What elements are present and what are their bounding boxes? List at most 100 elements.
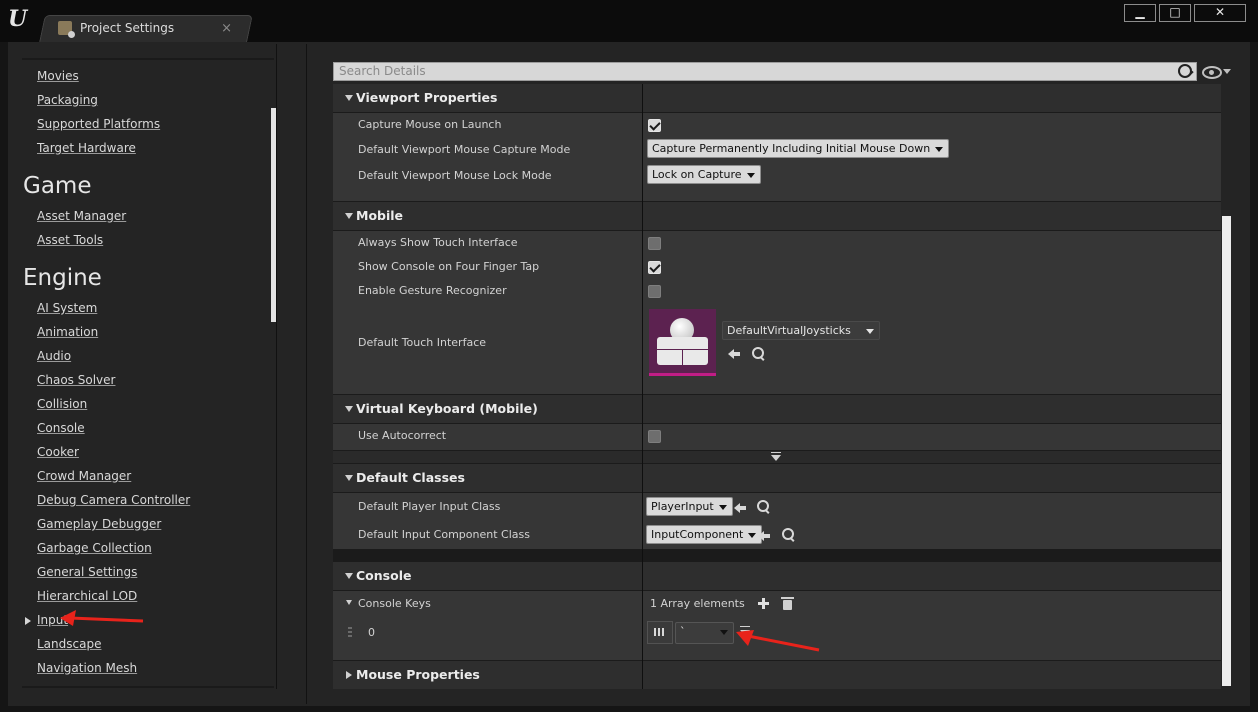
category-viewport-properties[interactable]: Viewport Properties [333, 84, 1221, 112]
drag-handle-icon[interactable] [348, 627, 352, 639]
section-heading-engine: Engine [23, 265, 102, 291]
add-element-icon[interactable] [758, 598, 769, 609]
sidebar-item-general-settings[interactable]: General Settings [37, 565, 137, 579]
sidebar-item-garbage-collection[interactable]: Garbage Collection [37, 541, 152, 555]
four-finger-console-checkbox[interactable] [648, 261, 661, 274]
console-key-dropdown[interactable]: ` [675, 622, 734, 644]
property-label: Use Autocorrect [358, 429, 447, 442]
property-label: Default Viewport Mouse Capture Mode [358, 143, 571, 156]
sidebar-item-movies[interactable]: Movies [37, 69, 79, 83]
property-label: Default Input Component Class [358, 528, 530, 541]
collapse-arrow-icon [345, 95, 353, 101]
vkb-props: Use Autocorrect [333, 424, 1221, 450]
sidebar-item-debug-camera-controller[interactable]: Debug Camera Controller [37, 493, 190, 507]
collapse-arrow-icon[interactable] [346, 600, 352, 605]
browse-icon[interactable] [752, 347, 764, 359]
sidebar-item-collision[interactable]: Collision [37, 397, 87, 411]
sidebar-scrollbar[interactable] [271, 108, 276, 322]
keyboard-icon[interactable] [647, 621, 673, 644]
capture-mode-dropdown[interactable]: Capture Permanently Including Initial Mo… [647, 139, 950, 158]
sidebar-item-asset-tools[interactable]: Asset Tools [37, 233, 103, 247]
property-label: Show Console on Four Finger Tap [358, 260, 540, 273]
advanced-expander[interactable] [333, 451, 1221, 463]
category-virtual-keyboard[interactable]: Virtual Keyboard (Mobile) [333, 395, 1221, 423]
player-input-class-dropdown[interactable]: PlayerInput [646, 497, 733, 516]
delete-icon[interactable] [781, 597, 794, 610]
browse-icon[interactable] [757, 500, 769, 512]
search-icon[interactable] [1178, 64, 1192, 78]
expand-arrow-icon[interactable] [25, 617, 31, 625]
mobile-props: Always Show Touch Interface Show Console… [333, 231, 1221, 394]
use-selected-icon[interactable] [728, 347, 740, 359]
always-show-touch-checkbox[interactable] [648, 237, 661, 250]
close-window-button[interactable]: ✕ [1194, 4, 1246, 22]
sidebar-item-chaos-solver[interactable]: Chaos Solver [37, 373, 115, 387]
column-divider[interactable] [642, 84, 643, 689]
sidebar-item-crowd-manager[interactable]: Crowd Manager [37, 469, 131, 483]
show-advanced-icon [771, 452, 781, 461]
autocorrect-checkbox[interactable] [648, 430, 661, 443]
capture-mouse-checkbox[interactable] [648, 119, 661, 132]
category-mouse-properties[interactable]: Mouse Properties [333, 661, 1221, 689]
sidebar-item-ai-system[interactable]: AI System [37, 301, 97, 315]
sidebar-item-supported-platforms[interactable]: Supported Platforms [37, 117, 160, 131]
maximize-button[interactable]: □ [1159, 4, 1191, 22]
category-console[interactable]: Console [333, 562, 1221, 590]
collapse-arrow-icon [345, 406, 353, 412]
eye-icon[interactable] [1202, 66, 1222, 79]
sidebar-item-landscape[interactable]: Landscape [37, 637, 101, 651]
collapse-arrow-icon [345, 573, 353, 579]
sidebar-item-animation[interactable]: Animation [37, 325, 98, 339]
expand-arrow-icon [346, 671, 352, 679]
input-component-class-dropdown[interactable]: InputComponent [646, 525, 763, 544]
sidebar-item-hierarchical-lod[interactable]: Hierarchical LOD [37, 589, 137, 603]
sidebar-item-console[interactable]: Console [37, 421, 85, 435]
reset-options-icon[interactable] [740, 626, 750, 635]
sidebar-item-navigation-mesh[interactable]: Navigation Mesh [37, 661, 137, 675]
pane-divider[interactable] [306, 44, 307, 704]
category-mobile[interactable]: Mobile [333, 202, 1221, 230]
tab-content: Project Settings × [56, 17, 242, 39]
sidebar-item-input[interactable]: Input [37, 613, 68, 627]
joystick-pad-icon [657, 337, 708, 365]
details-scrollbar[interactable] [1222, 216, 1231, 686]
category-title: Default Classes [356, 470, 465, 485]
array-index: 0 [368, 626, 375, 639]
tab-label: Project Settings [80, 21, 175, 35]
category-title: Viewport Properties [356, 90, 498, 105]
minimize-button[interactable]: ▁ [1124, 4, 1156, 22]
touch-interface-dropdown[interactable]: DefaultVirtualJoysticks [722, 321, 880, 340]
use-selected-icon[interactable] [734, 501, 746, 513]
classes-props: Default Player Input Class PlayerInput D… [333, 493, 1221, 549]
search-details-input[interactable]: Search Details [333, 62, 1197, 81]
sidebar-divider [22, 58, 274, 60]
property-label: Console Keys [358, 597, 431, 610]
settings-sidebar: Movies Packaging Supported Platforms Tar… [8, 44, 277, 689]
unreal-logo: U [8, 6, 28, 32]
sidebar-item-audio[interactable]: Audio [37, 349, 71, 363]
window-controls: ▁ □ ✕ [1124, 4, 1246, 22]
category-default-classes[interactable]: Default Classes [333, 464, 1221, 492]
sidebar-item-gameplay-debugger[interactable]: Gameplay Debugger [37, 517, 161, 531]
lock-mode-dropdown[interactable]: Lock on Capture [647, 165, 761, 184]
gesture-recognizer-checkbox[interactable] [648, 285, 661, 298]
array-count: 1 Array elements [650, 597, 745, 610]
category-title: Virtual Keyboard (Mobile) [356, 401, 538, 416]
settings-icon [58, 21, 75, 38]
sidebar-item-cooker[interactable]: Cooker [37, 445, 79, 459]
sidebar-item-packaging[interactable]: Packaging [37, 93, 98, 107]
tab-close-icon[interactable]: × [221, 21, 232, 36]
property-label: Default Viewport Mouse Lock Mode [358, 169, 552, 182]
chevron-down-icon[interactable] [1223, 69, 1231, 74]
sidebar-item-target-hardware[interactable]: Target Hardware [37, 141, 136, 155]
category-title: Console [356, 568, 412, 583]
console-props: Console Keys 1 Array elements 0 [333, 591, 1221, 660]
browse-icon[interactable] [782, 528, 794, 540]
collapse-arrow-icon [345, 475, 353, 481]
touch-interface-thumbnail[interactable] [649, 309, 716, 376]
use-selected-icon[interactable] [758, 529, 770, 541]
property-label: Enable Gesture Recognizer [358, 284, 507, 297]
property-label: Capture Mouse on Launch [358, 118, 502, 131]
sidebar-item-asset-manager[interactable]: Asset Manager [37, 209, 126, 223]
property-label: Default Player Input Class [358, 500, 501, 513]
